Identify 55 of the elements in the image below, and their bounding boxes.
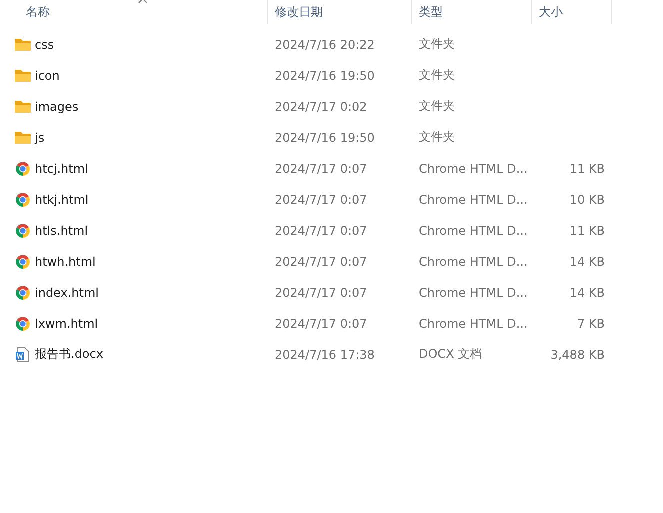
modified-date: 2024/7/17 0:07 [274,162,368,176]
file-size: 3,488 KB [550,348,606,362]
folder-icon [15,100,31,114]
file-type: Chrome HTML D... [418,254,528,268]
column-header[interactable]: 名称 [0,0,268,24]
file-name[interactable]: htkj.html [35,192,89,206]
browser-icon [15,284,31,300]
file-type: 文件夹 [418,129,455,146]
file-type: Chrome HTML D... [418,224,528,238]
modified-date: 2024/7/17 0:07 [274,316,368,330]
file-name[interactable]: htcj.html [35,162,88,176]
browser-icon [15,254,31,270]
file-name[interactable]: images [35,100,79,114]
modified-date: 2024/7/16 17:38 [274,348,375,362]
folder-icon [15,68,31,82]
browser-icon [15,160,31,176]
modified-date: 2024/7/17 0:07 [274,224,368,238]
file-name[interactable]: htls.html [35,224,88,238]
browser-icon [15,316,31,332]
modified-date: 2024/7/17 0:02 [274,100,368,114]
modified-date: 2024/7/17 0:07 [274,192,368,206]
file-name[interactable]: icon [35,68,60,82]
browser-icon [15,192,31,208]
column-header[interactable]: 类型 [412,0,532,24]
column-header[interactable]: 修改日期 [268,0,412,24]
modified-date: 2024/7/17 0:07 [274,286,368,300]
file-type: 文件夹 [418,98,455,115]
modified-date: 2024/7/16 19:50 [274,68,375,82]
file-size: 14 KB [570,286,606,300]
file-size: 11 KB [570,224,606,238]
file-type: 文件夹 [418,67,455,84]
modified-date: 2024/7/16 19:50 [274,130,375,144]
file-type: 文件夹 [418,36,455,53]
file-size: 7 KB [577,316,606,330]
modified-date: 2024/7/17 0:07 [274,254,368,268]
file-name[interactable]: 报告书.docx [35,346,104,363]
file-name[interactable]: css [35,38,54,52]
column-header[interactable]: 大小 [532,0,612,24]
file-size: 14 KB [570,254,606,268]
file-name[interactable]: htwh.html [35,254,96,268]
file-type: Chrome HTML D... [418,316,528,330]
file-type: Chrome HTML D... [418,162,528,176]
folder-icon [15,130,31,144]
browser-icon [15,222,31,238]
file-size: 11 KB [570,162,606,176]
file-name[interactable]: lxwm.html [35,316,98,330]
file-type: Chrome HTML D... [418,192,528,206]
folder-icon [15,38,31,52]
file-type: Chrome HTML D... [418,286,528,300]
file-type: DOCX 文档 [418,346,482,363]
document-icon [15,346,31,362]
file-name[interactable]: index.html [35,286,99,300]
modified-date: 2024/7/16 20:22 [274,38,375,52]
file-size: 10 KB [570,192,606,206]
file-name[interactable]: js [35,130,45,144]
